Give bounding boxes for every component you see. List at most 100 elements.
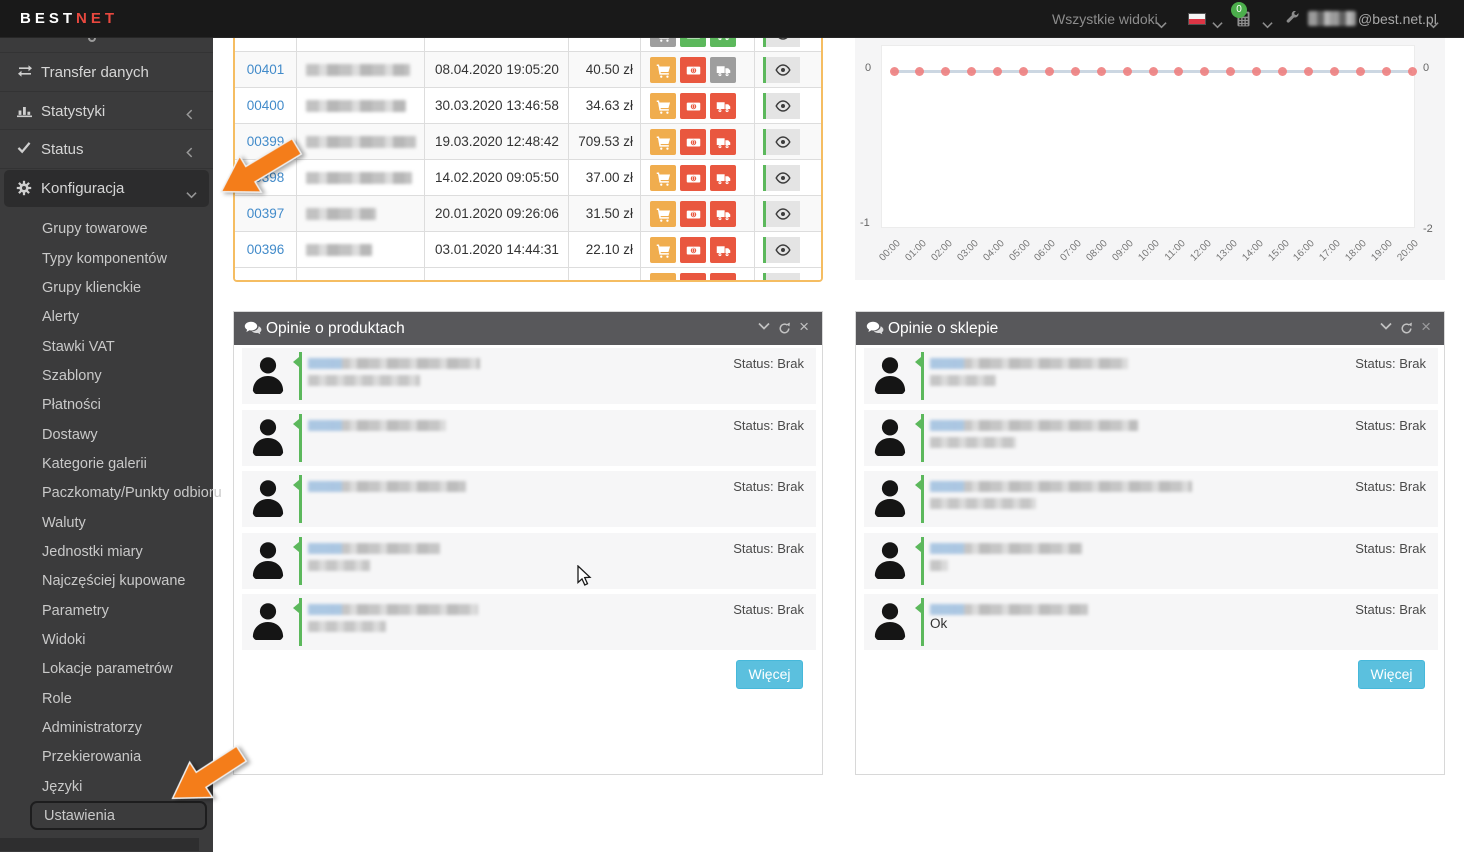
banknote-icon-button[interactable]: 0 bbox=[680, 57, 706, 83]
order-row: 00398 14.02.2020 09:05:50 37.00 zł 0 bbox=[235, 160, 821, 196]
eye-icon-button[interactable] bbox=[766, 237, 800, 263]
order-id-link[interactable]: 00400 bbox=[235, 88, 297, 124]
sidebar-item-konfiguracja[interactable]: Konfiguracja bbox=[0, 168, 213, 208]
order-id-link[interactable]: 00401 bbox=[235, 52, 297, 88]
sidebar-subitem-label: Języki bbox=[42, 778, 83, 795]
sidebar-item-statystyki[interactable]: Statystyki bbox=[0, 90, 213, 130]
y-axis-label-right: -2 bbox=[1423, 223, 1433, 235]
customer-name-redacted bbox=[297, 88, 425, 124]
data-point bbox=[993, 66, 1003, 76]
order-actions: 0 bbox=[641, 52, 755, 88]
cart-icon-button[interactable] bbox=[650, 57, 676, 83]
review-text-redacted bbox=[308, 481, 466, 492]
review-text-redacted bbox=[930, 542, 1082, 554]
sidebar-subitem-grupy-towarowe[interactable]: Grupy towarowe bbox=[0, 215, 213, 244]
views-dropdown[interactable]: Wszystkie widoki bbox=[1052, 0, 1158, 38]
data-point bbox=[1381, 66, 1391, 76]
truck-icon-button[interactable] bbox=[710, 201, 736, 227]
more-button[interactable]: Więcej bbox=[1358, 660, 1425, 689]
sidebar-subitem-administratorzy[interactable]: Administratorzy bbox=[0, 713, 213, 742]
eye-icon-button[interactable] bbox=[766, 165, 800, 191]
eye-icon-button[interactable] bbox=[766, 57, 800, 83]
order-id-link[interactable]: 00397 bbox=[235, 196, 297, 232]
sidebar-item-transfer-danych[interactable]: Transfer danych bbox=[0, 52, 213, 91]
sidebar-subitem-kategorie-galerii[interactable]: Kategorie galerii bbox=[0, 449, 213, 478]
sidebar-subitem-najczęściej-kupowane[interactable]: Najczęściej kupowane bbox=[0, 567, 213, 596]
truck-icon-button[interactable] bbox=[710, 57, 736, 83]
sidebar-subitem-label: Grupy klienckie bbox=[42, 279, 142, 296]
avatar bbox=[250, 417, 286, 459]
truck-icon-button[interactable] bbox=[710, 237, 736, 263]
data-point bbox=[1226, 66, 1236, 76]
cart-icon-button[interactable] bbox=[650, 165, 676, 191]
banknote-icon-button[interactable]: 0 bbox=[680, 93, 706, 119]
sidebar-subitem-widoki[interactable]: Widoki bbox=[0, 625, 213, 654]
order-visibility bbox=[755, 196, 819, 232]
refresh-icon[interactable] bbox=[778, 322, 791, 335]
sidebar-subitem-płatności[interactable]: Płatności bbox=[0, 391, 213, 420]
banknote-icon-button[interactable]: 0 bbox=[680, 201, 706, 227]
truck-icon-button[interactable] bbox=[710, 93, 736, 119]
banknote-icon-button[interactable]: 0 bbox=[680, 273, 706, 280]
eye-icon-button[interactable] bbox=[766, 129, 800, 155]
cart-icon-button[interactable] bbox=[650, 201, 676, 227]
eye-icon-button[interactable] bbox=[766, 273, 800, 280]
shop-reviews-panel: Opinie o sklepie × Więcej Status: Brak St… bbox=[855, 311, 1445, 775]
sidebar-subitem-szablony[interactable]: Szablony bbox=[0, 361, 213, 390]
more-button[interactable]: Więcej bbox=[736, 660, 803, 689]
order-id-link[interactable]: 00399 bbox=[235, 124, 297, 160]
sidebar-subitem-paczkomaty-punkty-odbioru[interactable]: Paczkomaty/Punkty odbioru bbox=[0, 479, 222, 508]
sidebar-subitem-przekierowania[interactable]: Przekierowania bbox=[0, 743, 213, 772]
sidebar-subitem-alerty[interactable]: Alerty bbox=[0, 303, 213, 332]
eye-icon-button[interactable] bbox=[766, 93, 800, 119]
cart-icon-button[interactable] bbox=[650, 129, 676, 155]
banknote-icon-button[interactable]: 0 bbox=[680, 165, 706, 191]
language-flag-dropdown[interactable] bbox=[1188, 13, 1206, 25]
eye-icon-button[interactable] bbox=[766, 201, 800, 227]
review-callout-bar bbox=[293, 475, 302, 523]
banknote-icon-button[interactable]: 0 bbox=[680, 129, 706, 155]
sidebar-item-status[interactable]: Status bbox=[0, 129, 213, 168]
collapse-chevron-icon[interactable] bbox=[1380, 322, 1392, 330]
sidebar-subitem-waluty[interactable]: Waluty bbox=[0, 508, 213, 537]
x-axis-label: 16:00 bbox=[1291, 238, 1318, 264]
data-point bbox=[1303, 66, 1313, 76]
close-icon[interactable]: × bbox=[799, 318, 809, 335]
data-point bbox=[1407, 66, 1417, 76]
sidebar-subitem-stawki-vat[interactable]: Stawki VAT bbox=[0, 332, 213, 361]
sidebar-subitem-lokacje-parametrów[interactable]: Lokacje parametrów bbox=[0, 655, 213, 684]
order-amount: 22.10 zł bbox=[569, 232, 641, 268]
wrench-icon[interactable] bbox=[1286, 10, 1300, 30]
sidebar-subitem-label: Najczęściej kupowane bbox=[42, 573, 186, 590]
close-icon[interactable]: × bbox=[1421, 318, 1431, 335]
user-menu[interactable]: @best.net.pl bbox=[1358, 0, 1437, 38]
x-axis-label: 17:00 bbox=[1317, 238, 1344, 264]
sidebar-subitem-języki[interactable]: Języki bbox=[0, 772, 213, 801]
bar-chart-icon bbox=[16, 103, 34, 119]
collapse-chevron-icon[interactable] bbox=[758, 322, 770, 330]
order-id-link[interactable]: 00398 bbox=[235, 160, 297, 196]
sidebar-subitem-role[interactable]: Role bbox=[0, 684, 213, 713]
sidebar-subitem-typy-komponentów[interactable]: Typy komponentów bbox=[0, 244, 213, 273]
sidebar-subitem-grupy-klienckie[interactable]: Grupy klienckie bbox=[0, 273, 213, 302]
cart-icon-button[interactable] bbox=[650, 93, 676, 119]
data-point bbox=[1174, 66, 1184, 76]
sidebar-subitem-jednostki-miary[interactable]: Jednostki miary bbox=[0, 537, 213, 566]
review-text-redacted bbox=[930, 604, 1088, 615]
truck-icon-button[interactable] bbox=[710, 165, 736, 191]
banknote-icon-button[interactable]: 0 bbox=[680, 237, 706, 263]
order-id-link[interactable]: 00396 bbox=[235, 232, 297, 268]
data-point bbox=[1096, 66, 1106, 76]
user-email-redacted bbox=[1308, 11, 1356, 26]
order-visibility bbox=[755, 268, 819, 280]
sidebar-subitem-parametry[interactable]: Parametry bbox=[0, 596, 213, 625]
sidebar-subitem-ustawienia-highlighted[interactable]: Ustawienia bbox=[30, 801, 207, 831]
sidebar-subitem-dostawy[interactable]: Dostawy bbox=[0, 420, 213, 449]
cart-icon-button[interactable] bbox=[650, 237, 676, 263]
truck-icon-button[interactable] bbox=[710, 273, 736, 280]
refresh-icon[interactable] bbox=[1400, 322, 1413, 335]
truck-icon-button[interactable] bbox=[710, 129, 736, 155]
panel-title: Opinie o sklepie bbox=[888, 320, 999, 337]
x-axis-label: 20:00 bbox=[1395, 238, 1421, 264]
cart-icon-button[interactable] bbox=[650, 273, 676, 280]
